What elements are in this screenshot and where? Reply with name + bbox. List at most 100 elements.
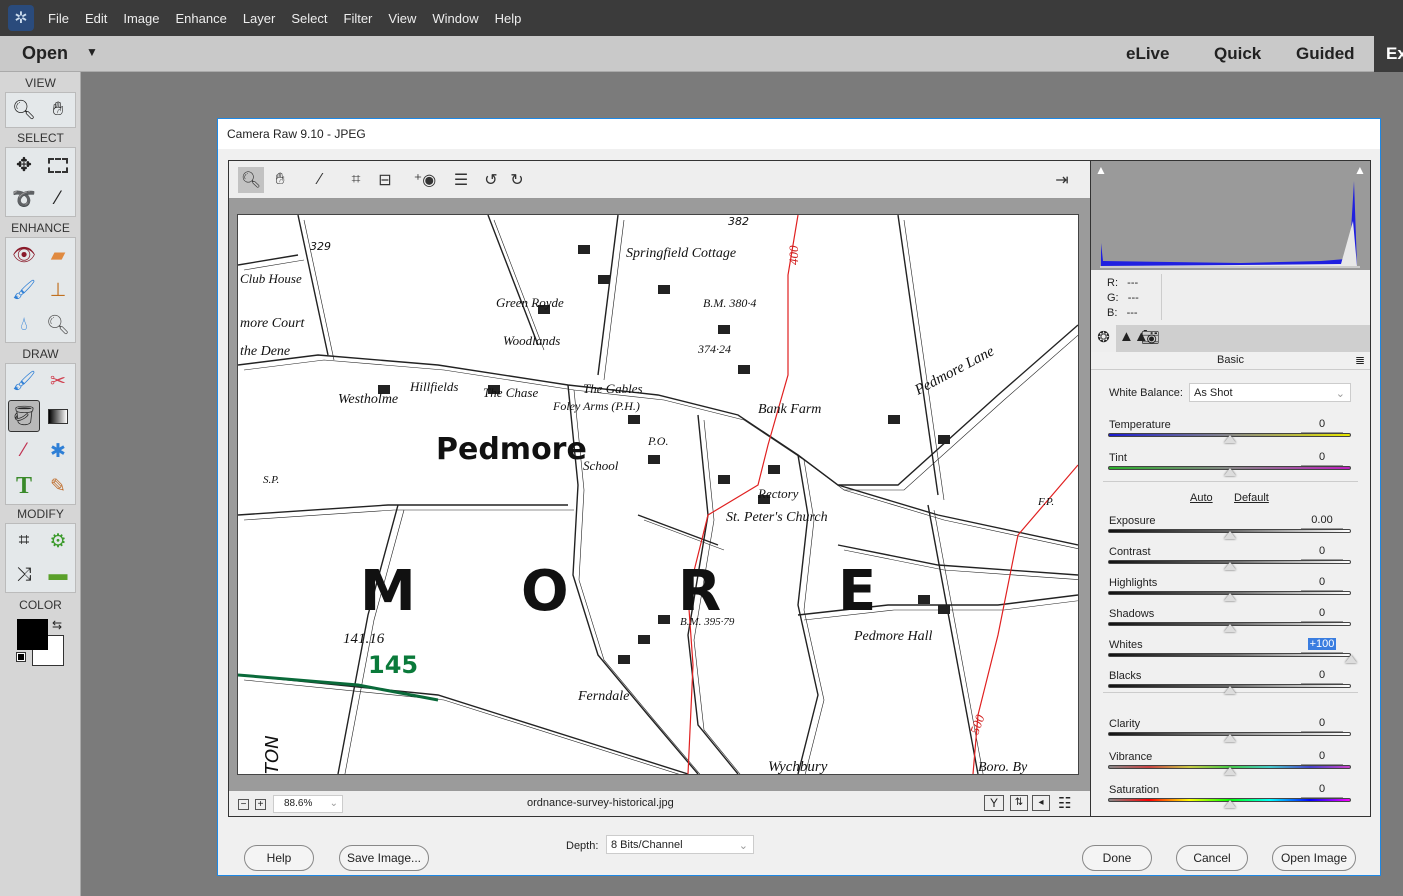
slider-thumb[interactable]: [1223, 468, 1236, 476]
quick-selection-tool-icon[interactable]: ⁄: [42, 183, 74, 215]
slider-value[interactable]: +100: [1301, 638, 1343, 653]
white-balance-select[interactable]: As Shot ⌄: [1189, 383, 1351, 402]
copy-settings-icon[interactable]: ◂: [1032, 795, 1050, 811]
menu-enhance[interactable]: Enhance: [176, 11, 227, 26]
content-aware-move-icon[interactable]: ⤨: [8, 559, 40, 591]
map-label: E: [838, 559, 876, 624]
zoom-icon[interactable]: 🔍︎: [238, 167, 264, 193]
slider-value[interactable]: 0: [1301, 576, 1343, 591]
slider-thumb[interactable]: [1223, 624, 1236, 632]
lasso-tool-icon[interactable]: ➰: [8, 183, 40, 215]
image-preview[interactable]: Club House more Court the Dene Westholme Hil…: [237, 214, 1085, 780]
swap-settings-icon[interactable]: ⇅: [1010, 795, 1028, 811]
straighten-icon[interactable]: ⊟: [372, 167, 398, 193]
eraser-tool-icon[interactable]: ✂︎: [42, 365, 74, 397]
slider-thumb[interactable]: [1223, 435, 1236, 443]
default-colors-icon[interactable]: [16, 652, 26, 662]
toggle-settings-icon[interactable]: ☷: [1058, 794, 1071, 812]
rotate-ccw-icon[interactable]: ↺: [478, 167, 504, 193]
mode-elive[interactable]: eLive: [1126, 44, 1169, 64]
slider-thumb[interactable]: [1223, 767, 1236, 775]
default-link[interactable]: Default: [1234, 492, 1269, 504]
slider-thumb[interactable]: [1223, 593, 1236, 601]
recompose-tool-icon[interactable]: ⚙︎: [42, 525, 74, 557]
slider-thumb[interactable]: [1223, 562, 1236, 570]
foreground-color-swatch[interactable]: [17, 619, 48, 650]
spot-healing-tool-icon[interactable]: ▰: [42, 239, 74, 271]
crop-tool-icon[interactable]: ⌗: [8, 525, 40, 557]
slider-value-text: 0: [1318, 418, 1326, 430]
pencil-tool-icon[interactable]: ✎: [42, 470, 74, 502]
depth-select[interactable]: 8 Bits/Channel ⌄: [606, 835, 754, 854]
slider-value[interactable]: 0: [1301, 750, 1343, 765]
menu-edit[interactable]: Edit: [85, 11, 107, 26]
menu-help[interactable]: Help: [495, 11, 522, 26]
clone-stamp-tool-icon[interactable]: ⊥: [42, 274, 74, 306]
menu-layer[interactable]: Layer: [243, 11, 276, 26]
menu-image[interactable]: Image: [123, 11, 159, 26]
slider-value[interactable]: 0: [1301, 607, 1343, 622]
open-button[interactable]: Open: [22, 43, 68, 64]
fullscreen-icon[interactable]: ⇥: [1049, 167, 1075, 193]
sponge-tool-icon[interactable]: 🔍︎: [42, 309, 74, 341]
slider-thumb[interactable]: [1345, 655, 1357, 663]
brush-tool-icon[interactable]: 🖌︎: [8, 365, 40, 397]
slider-thumb[interactable]: [1223, 734, 1236, 742]
menu-window[interactable]: Window: [432, 11, 478, 26]
gradient-tool-icon[interactable]: [42, 400, 74, 432]
red-eye-icon[interactable]: ⁺◉: [412, 167, 438, 193]
slider-value[interactable]: 0: [1301, 418, 1343, 433]
done-button[interactable]: Done: [1082, 845, 1152, 871]
slider-value[interactable]: 0: [1301, 717, 1343, 732]
panel-menu-icon[interactable]: ≣: [1355, 353, 1365, 367]
slider-thumb[interactable]: [1223, 531, 1236, 539]
slider-track[interactable]: [1108, 653, 1351, 657]
menu-select[interactable]: Select: [291, 11, 327, 26]
hand-icon[interactable]: ✋︎: [267, 167, 293, 193]
slider-value[interactable]: 0: [1301, 545, 1343, 560]
crop-icon[interactable]: ⌗: [343, 167, 369, 193]
zoom-out-button[interactable]: −: [238, 799, 249, 810]
tab-camera-calibration-icon[interactable]: 📷︎: [1141, 328, 1160, 346]
slider-value[interactable]: 0: [1301, 669, 1343, 684]
open-image-button[interactable]: Open Image: [1272, 845, 1356, 871]
menu-file[interactable]: File: [48, 11, 69, 26]
hand-tool-icon[interactable]: ✋︎: [42, 94, 74, 126]
straighten-tool-icon[interactable]: ▬: [42, 559, 74, 591]
eyedropper-tool-icon[interactable]: ⁄: [8, 435, 40, 467]
blur-tool-icon[interactable]: 💧︎: [8, 309, 40, 341]
type-tool-icon[interactable]: T: [8, 470, 40, 502]
menu-filter[interactable]: Filter: [344, 11, 373, 26]
white-balance-icon[interactable]: ⁄: [307, 167, 333, 193]
slider-value[interactable]: 0.00: [1301, 514, 1343, 529]
smart-brush-tool-icon[interactable]: 🖌︎: [8, 274, 40, 306]
paint-bucket-tool-icon[interactable]: 🪣︎: [8, 400, 40, 432]
slider-thumb[interactable]: [1223, 686, 1236, 694]
help-button[interactable]: Help: [244, 845, 314, 871]
custom-shape-tool-icon[interactable]: ✱: [42, 435, 74, 467]
preferences-icon[interactable]: ☰: [448, 167, 474, 193]
mode-quick[interactable]: Quick: [1214, 44, 1261, 64]
slider-value[interactable]: 0: [1301, 783, 1343, 798]
zoom-in-button[interactable]: +: [255, 799, 266, 810]
slider-value[interactable]: 0: [1301, 451, 1343, 466]
rotate-cw-icon[interactable]: ↻: [504, 167, 530, 193]
tab-basic-aperture-icon[interactable]: ❂: [1091, 325, 1116, 352]
highlight-clipping-icon[interactable]: ▲: [1354, 163, 1366, 177]
mode-guided[interactable]: Guided: [1296, 44, 1355, 64]
marquee-tool-icon[interactable]: [42, 149, 74, 181]
save-image-button[interactable]: Save Image...: [339, 845, 429, 871]
mode-expert[interactable]: Ex: [1374, 36, 1403, 72]
move-tool-icon[interactable]: ✥: [8, 149, 40, 181]
red-eye-tool-icon[interactable]: 👁︎: [8, 239, 40, 271]
auto-link[interactable]: Auto: [1190, 492, 1213, 504]
swap-colors-icon[interactable]: ⇆: [52, 618, 62, 632]
zoom-tool-icon[interactable]: 🔍︎: [8, 94, 40, 126]
zoom-level-select[interactable]: 88.6% ⌄: [273, 795, 343, 813]
cancel-button[interactable]: Cancel: [1176, 845, 1248, 871]
before-after-icon[interactable]: Y: [984, 795, 1004, 811]
menu-view[interactable]: View: [388, 11, 416, 26]
shadow-clipping-icon[interactable]: ▲: [1095, 163, 1107, 177]
open-dropdown-icon[interactable]: ▼: [86, 45, 98, 59]
slider-thumb[interactable]: [1223, 800, 1236, 808]
